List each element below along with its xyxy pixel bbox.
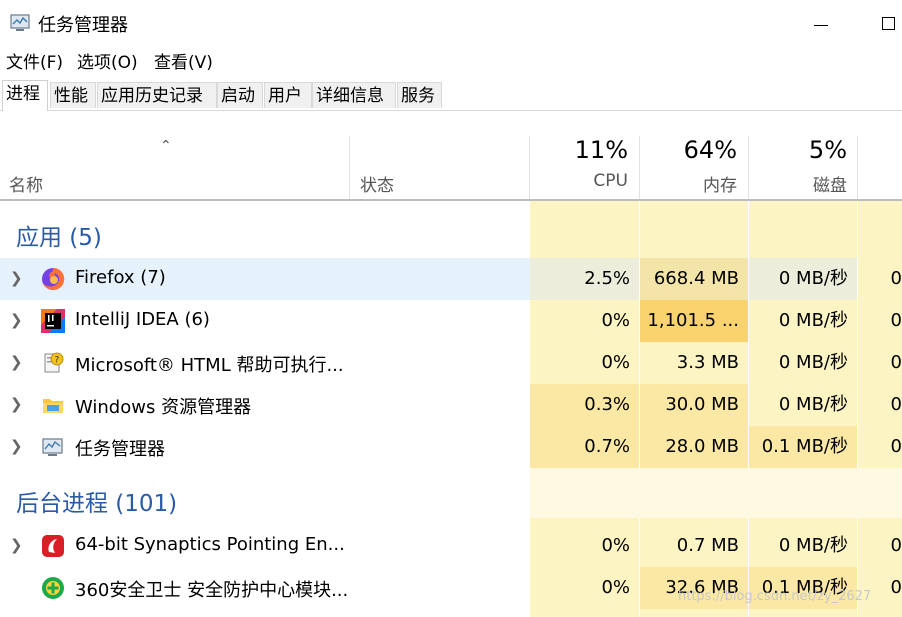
cpu-cell: 0%	[601, 535, 630, 556]
minimize-button[interactable]	[808, 8, 838, 38]
network-cell: 0	[890, 535, 902, 556]
disk-cell: 0 MB/秒	[749, 258, 857, 300]
group-background-label[interactable]: 后台进程 (101)	[16, 484, 177, 518]
disk-cell: 0 MB/秒	[778, 352, 848, 373]
memory-cell: 3.3 MB	[676, 352, 739, 373]
memory-cell: 1,101.5 ...	[640, 300, 748, 342]
expand-chevron-icon[interactable]: ❯	[10, 353, 23, 371]
cpu-cell: 0%	[601, 310, 630, 331]
process-name: Firefox (7)	[75, 267, 166, 288]
sort-ascending-icon: ⌃	[160, 138, 172, 154]
process-row-synaptics[interactable]: ❯ 64-bit Synaptics Pointing En... 0% 0.7…	[0, 525, 902, 567]
expand-chevron-icon[interactable]: ❯	[10, 311, 23, 329]
network-cell: 0	[890, 394, 902, 415]
memory-cell: 28.0 MB	[640, 426, 748, 468]
folder-icon	[43, 399, 63, 413]
disk-cell: 0 MB/秒	[778, 535, 848, 556]
tab-bar: 进程 性能 应用历史记录 启动 用户 详细信息 服务	[0, 80, 902, 111]
disk-cell: 0 MB/秒	[778, 394, 848, 415]
column-name-header[interactable]: 名称	[9, 171, 43, 196]
column-divider[interactable]	[349, 136, 350, 200]
disk-label: 磁盘	[813, 176, 847, 196]
cpu-cell: 0.3%	[530, 384, 639, 426]
menu-options[interactable]: 选项(O)	[77, 48, 138, 73]
group-apps-label[interactable]: 应用 (5)	[16, 218, 102, 252]
tab-processes[interactable]: 进程	[2, 80, 48, 111]
process-name: 64-bit Synaptics Pointing En...	[75, 534, 345, 555]
tab-startup[interactable]: 启动	[217, 82, 263, 108]
memory-total-percent: 64%	[683, 136, 737, 164]
expand-chevron-icon[interactable]: ❯	[10, 269, 23, 287]
menu-file[interactable]: 文件(F)	[6, 48, 63, 73]
maximize-button[interactable]	[874, 8, 902, 38]
process-name: 任务管理器	[75, 439, 165, 460]
tab-users[interactable]: 用户	[264, 82, 312, 108]
cpu-total-percent: 11%	[574, 136, 628, 164]
process-row-html-help[interactable]: ❯ ? Microsoft® HTML 帮助可执行... 0% 3.3 MB 0…	[0, 342, 902, 384]
tab-app-history[interactable]: 应用历史记录	[97, 82, 217, 108]
html-help-icon: ?	[44, 352, 64, 373]
cpu-cell: 0.7%	[530, 426, 639, 468]
menu-view[interactable]: 查看(V)	[154, 48, 213, 73]
expand-chevron-icon[interactable]: ❯	[10, 536, 23, 554]
disk-cell: 0.1 MB/秒	[749, 426, 857, 468]
process-name: IntelliJ IDEA (6)	[75, 309, 210, 330]
expand-chevron-icon[interactable]: ❯	[10, 437, 23, 455]
watermark: https://blog.csdn.net/zy_2627	[678, 589, 872, 604]
column-divider[interactable]	[857, 136, 858, 200]
process-row-explorer[interactable]: ❯ Windows 资源管理器 0.3% 30.0 MB 0 MB/秒 0	[0, 384, 902, 426]
network-cell: 0	[890, 352, 902, 373]
network-cell: 0	[890, 310, 902, 331]
firefox-icon	[42, 267, 65, 290]
process-name: Windows 资源管理器	[75, 397, 252, 418]
network-cell: 0	[890, 268, 902, 289]
group-row-bg	[530, 468, 902, 518]
memory-label: 内存	[703, 176, 737, 196]
cpu-cell: 2.5%	[530, 258, 639, 300]
disk-total-percent: 5%	[808, 136, 847, 164]
tab-details[interactable]: 详细信息	[312, 82, 396, 108]
process-name: 360安全卫士 安全防护中心模块...	[75, 580, 349, 601]
task-manager-icon	[10, 14, 30, 31]
window-title: 任务管理器	[38, 15, 128, 36]
task-manager-icon	[42, 438, 63, 456]
process-row-task-manager[interactable]: ❯ 任务管理器 0.7% 28.0 MB 0.1 MB/秒 0	[0, 426, 902, 468]
title-bar[interactable]: 任务管理器	[0, 0, 902, 44]
intellij-icon	[41, 309, 65, 333]
column-status-header[interactable]: 状态	[360, 171, 394, 196]
expand-chevron-icon[interactable]: ❯	[10, 395, 23, 413]
process-row-firefox[interactable]: ❯ Firefox (7) 2.5% 668.4 MB 0 MB/秒 0	[0, 258, 902, 300]
tab-services[interactable]: 服务	[397, 82, 442, 108]
column-header: ⌃ 名称 状态 11% CPU 64% 内存 5% 磁盘	[0, 136, 902, 200]
memory-cell: 668.4 MB	[640, 258, 748, 300]
memory-cell: 30.0 MB	[640, 384, 748, 426]
disk-cell: 0 MB/秒	[778, 310, 848, 331]
cpu-label: CPU	[593, 171, 628, 191]
cpu-cell: 0%	[601, 352, 630, 373]
cpu-cell: 0%	[601, 577, 630, 598]
tab-performance[interactable]: 性能	[50, 82, 96, 108]
network-cell: 0	[890, 436, 902, 457]
process-name: Microsoft® HTML 帮助可执行...	[75, 355, 344, 376]
memory-cell: 0.7 MB	[676, 535, 739, 556]
svg-text:?: ?	[55, 356, 60, 366]
360-icon	[42, 577, 64, 599]
synaptics-icon	[42, 535, 64, 557]
process-row-intellij[interactable]: ❯ IntelliJ IDEA (6) 0% 1,101.5 ... 0 MB/…	[0, 300, 902, 342]
